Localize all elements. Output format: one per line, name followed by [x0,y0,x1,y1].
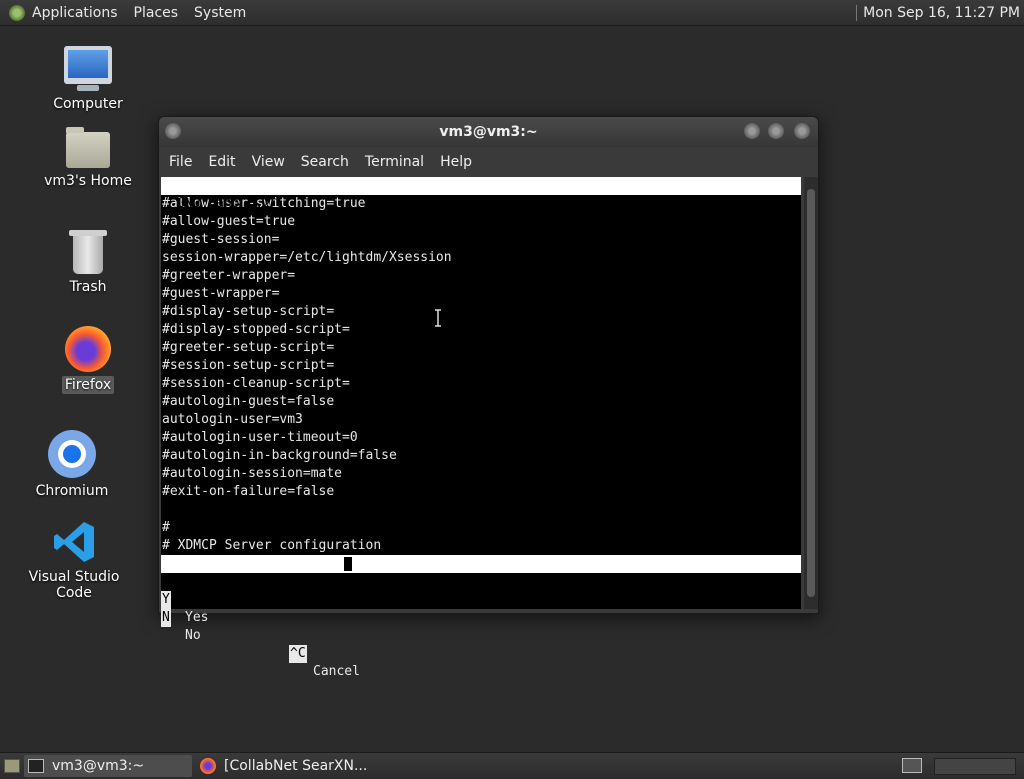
minimize-icon[interactable] [744,123,760,139]
window-title: vm3@vm3:~ [439,124,538,140]
desktop-icon-trash[interactable]: Trash [28,230,148,296]
system-menu[interactable]: System [194,5,246,21]
menu-search[interactable]: Search [293,154,357,170]
terminal-window[interactable]: vm3@vm3:~ File Edit View Search Terminal… [158,116,819,679]
taskbar: vm3@vm3:~ [CollabNet SearXN... [0,752,1024,779]
file-line: #autologin-session=mate [162,466,343,481]
scrollbar-thumb[interactable] [807,189,815,597]
places-menu[interactable]: Places [134,5,179,21]
file-line: # XDMCP Server configuration [162,538,382,553]
file-line: #autologin-user-timeout=0 [162,430,358,445]
vscode-icon [52,520,96,564]
key-ctrl-c: ^C [289,645,307,663]
desktop-icon-vscode[interactable]: Visual Studio Code [14,520,134,602]
workspace-switcher-icon[interactable] [902,758,922,773]
file-line [161,501,801,519]
menu-file[interactable]: File [161,154,200,170]
desktop-icon-label: Trash [69,279,107,295]
file-line: #guest-session= [162,232,280,247]
taskbar-item-firefox[interactable]: [CollabNet SearXN... [196,755,374,777]
menu-help[interactable]: Help [432,154,480,170]
menu-terminal[interactable]: Terminal [357,154,432,170]
firefox-icon [65,326,111,372]
option-no-label: No [185,628,201,643]
computer-icon [64,46,112,91]
file-line: #display-setup-script= [162,304,335,319]
file-line: #greeter-setup-script= [162,340,335,355]
firefox-icon [200,758,216,774]
desktop-icon-home[interactable]: vm3's Home [28,127,148,190]
terminal-icon [28,759,44,773]
file-line: #display-stopped-script= [162,322,350,337]
file-line: #session-setup-script= [162,358,335,373]
desktop-icon-label: vm3's Home [44,173,132,189]
nano-version: GNU nano 8.2 [177,196,271,211]
prompt-cursor [344,557,352,571]
desktop-icon-label: Chromium [35,483,109,499]
nano-filename: /etc/lightdm/lightdm.conf [393,214,589,229]
chromium-icon [48,430,96,478]
taskbar-item-label: vm3@vm3:~ [52,758,145,774]
file-line: # [162,520,170,535]
terminal-menubar: File Edit View Search Terminal Help [159,147,818,177]
show-desktop-icon[interactable] [4,759,20,773]
close-icon[interactable] [794,123,810,139]
applications-menu[interactable]: Applications [32,5,118,21]
ibeam-cursor-icon [435,309,441,327]
mate-logo-icon[interactable] [9,4,25,21]
trash-icon [69,230,107,274]
nano-modified-status: Modified [722,232,785,247]
file-line: #exit-on-failure=false [162,484,335,499]
file-line: #autologin-in-background=false [162,448,397,463]
option-cancel-label: Cancel [313,664,360,679]
desktop-icon-computer[interactable]: Computer [28,46,148,113]
menu-view[interactable]: View [244,154,293,170]
desktop-icon-firefox[interactable]: Firefox [28,326,148,394]
file-line: #guest-wrapper= [162,286,280,301]
option-no-cancel[interactable]: N No ^C Cancel [161,591,801,679]
key-n: N [161,609,171,627]
desktop-icon-label: Computer [53,96,123,112]
top-panel: Applications Places System Mon Sep 16, 1… [0,0,1024,26]
window-titlebar[interactable]: vm3@vm3:~ [159,117,818,147]
file-line: #autologin-guest=false [162,394,335,409]
file-line: #session-cleanup-script= [162,376,350,391]
desktop-icon-label: Visual Studio Code [28,569,120,601]
desktop-icon-chromium[interactable]: Chromium [12,430,132,500]
maximize-icon[interactable] [768,123,784,139]
menu-edit[interactable]: Edit [200,154,243,170]
taskbar-item-label: [CollabNet SearXN... [224,758,368,774]
option-yes[interactable]: Y Yes [161,573,801,625]
nano-title-bar: GNU nano 8.2 /etc/lightdm/lightdm.conf M… [161,177,801,247]
save-prompt[interactable]: Save modified buffer? [161,555,801,589]
taskbar-item-terminal[interactable]: vm3@vm3:~ [24,755,192,777]
workspace-pager[interactable] [934,758,1016,775]
panel-separator [856,4,858,21]
home-folder-icon [66,127,110,168]
file-line: session-wrapper=/etc/lightdm/Xsession [162,250,452,265]
terminal-content[interactable]: GNU nano 8.2 /etc/lightdm/lightdm.conf M… [161,177,801,679]
desktop-icon-label: Firefox [61,376,115,394]
terminal-scrollbar[interactable] [804,177,818,609]
file-line: autologin-user=vm3 [162,412,303,427]
clock[interactable]: Mon Sep 16, 11:27 PM [863,5,1020,21]
file-line: #greeter-wrapper= [162,268,296,283]
